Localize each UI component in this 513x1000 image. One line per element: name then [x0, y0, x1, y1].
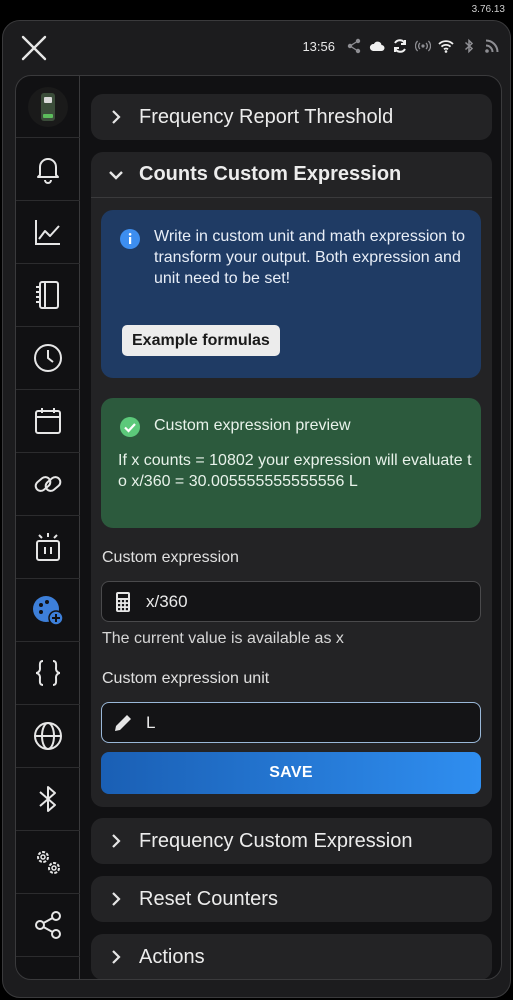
sidebar-item-history[interactable]: [16, 327, 80, 390]
broadcast-icon: [415, 40, 431, 52]
expression-field[interactable]: [101, 581, 481, 622]
info-icon: [120, 229, 140, 249]
expression-hint: The current value is available as x: [102, 630, 344, 647]
preview-text: If x counts = 10802 your expression will…: [118, 452, 472, 490]
chevron-right-icon: [112, 950, 121, 964]
braces-icon: [35, 660, 61, 686]
section-frequency-report-threshold[interactable]: Frequency Report Threshold: [91, 94, 492, 140]
section-header[interactable]: Frequency Report Threshold: [91, 94, 492, 140]
example-formulas-button[interactable]: Example formulas: [122, 325, 280, 356]
section-actions[interactable]: Actions: [91, 934, 492, 979]
section-title: Frequency Custom Expression: [139, 829, 413, 852]
chart-icon: [35, 220, 60, 245]
rss-icon: [485, 39, 499, 53]
sync-icon: [394, 39, 406, 53]
section-title: Actions: [139, 945, 205, 968]
share-icon: [347, 38, 361, 54]
sidebar-item-device-info[interactable]: [16, 264, 80, 327]
sidebar-item-alarm[interactable]: [16, 516, 80, 579]
pencil-icon: [115, 714, 131, 731]
sidebar-item-script[interactable]: [16, 642, 80, 705]
sidebar-item-settings[interactable]: [16, 831, 80, 894]
bluetooth-icon: [464, 38, 474, 54]
sidebar-item-schedule[interactable]: [16, 390, 80, 453]
status-bar: 13:56: [302, 38, 500, 54]
globe-icon: [34, 722, 62, 750]
palette-add-icon: [33, 596, 64, 626]
sidebar-item-network[interactable]: [16, 705, 80, 768]
save-button[interactable]: SAVE: [101, 752, 481, 794]
chevron-right-icon: [112, 834, 121, 848]
close-icon[interactable]: [19, 33, 49, 63]
chevron-right-icon: [112, 110, 121, 124]
unit-label: Custom expression unit: [102, 670, 270, 687]
sidebar-item-links[interactable]: [16, 453, 80, 516]
wifi-icon: [438, 40, 454, 53]
version-label: 3.76.13: [471, 4, 505, 15]
bluetooth-icon: [39, 786, 56, 812]
alarm-icon: [36, 533, 60, 561]
unit-field[interactable]: [101, 702, 481, 743]
info-box: Write in custom unit and math expression…: [101, 210, 481, 378]
info-text: Write in custom unit and math expression…: [154, 228, 465, 287]
check-circle-icon: [120, 417, 140, 437]
chevron-right-icon: [112, 892, 121, 906]
sidebar-item-alerts[interactable]: [16, 138, 80, 201]
bell-icon: [37, 158, 59, 184]
section-title: Counts Custom Expression: [139, 163, 402, 185]
top-bar: 13:56: [3, 21, 510, 75]
sidebar-item-bluetooth[interactable]: [16, 768, 80, 831]
section-frequency-custom-expression[interactable]: Frequency Custom Expression: [91, 818, 492, 864]
expression-label: Custom expression: [102, 549, 239, 566]
section-header[interactable]: Reset Counters: [91, 876, 492, 922]
sidebar-item-custom-expression[interactable]: [16, 579, 80, 642]
device-image: [28, 86, 68, 127]
link-icon: [34, 476, 62, 492]
unit-input[interactable]: [146, 712, 446, 733]
section-counts-custom-expression: Counts Custom Expression Write in custom…: [91, 152, 492, 807]
cloud-icon: [369, 41, 385, 51]
calendar-icon: [35, 408, 61, 434]
sidebar-item-charts[interactable]: [16, 201, 80, 264]
section-header[interactable]: Frequency Custom Expression: [91, 818, 492, 864]
content-area: Frequency Report Threshold Counts Custom…: [80, 76, 501, 979]
section-header[interactable]: Actions: [91, 934, 492, 979]
clock-icon: [34, 344, 62, 372]
section-title: Reset Counters: [139, 887, 278, 910]
app-window: 13:56 Frequency Report Threshold Counts …: [2, 20, 511, 998]
main-panel: Frequency Report Threshold Counts Custom…: [15, 75, 502, 980]
preview-box: Custom expression preview If x counts = …: [101, 398, 481, 528]
expression-input[interactable]: [146, 591, 446, 612]
settings-icon: [37, 851, 60, 874]
section-title: Frequency Report Threshold: [139, 105, 394, 128]
sidebar-item-share[interactable]: [16, 894, 80, 957]
device-icon: [36, 281, 59, 309]
calculator-icon: [116, 591, 130, 612]
preview-title: Custom expression preview: [154, 417, 351, 434]
sidebar-item-device[interactable]: [16, 76, 80, 138]
section-header[interactable]: Counts Custom Expression: [91, 152, 492, 198]
clock-time: 13:56: [302, 38, 335, 54]
share-icon: [35, 911, 61, 939]
section-reset-counters[interactable]: Reset Counters: [91, 876, 492, 922]
sidebar: [16, 76, 80, 979]
chevron-down-icon: [109, 170, 123, 180]
